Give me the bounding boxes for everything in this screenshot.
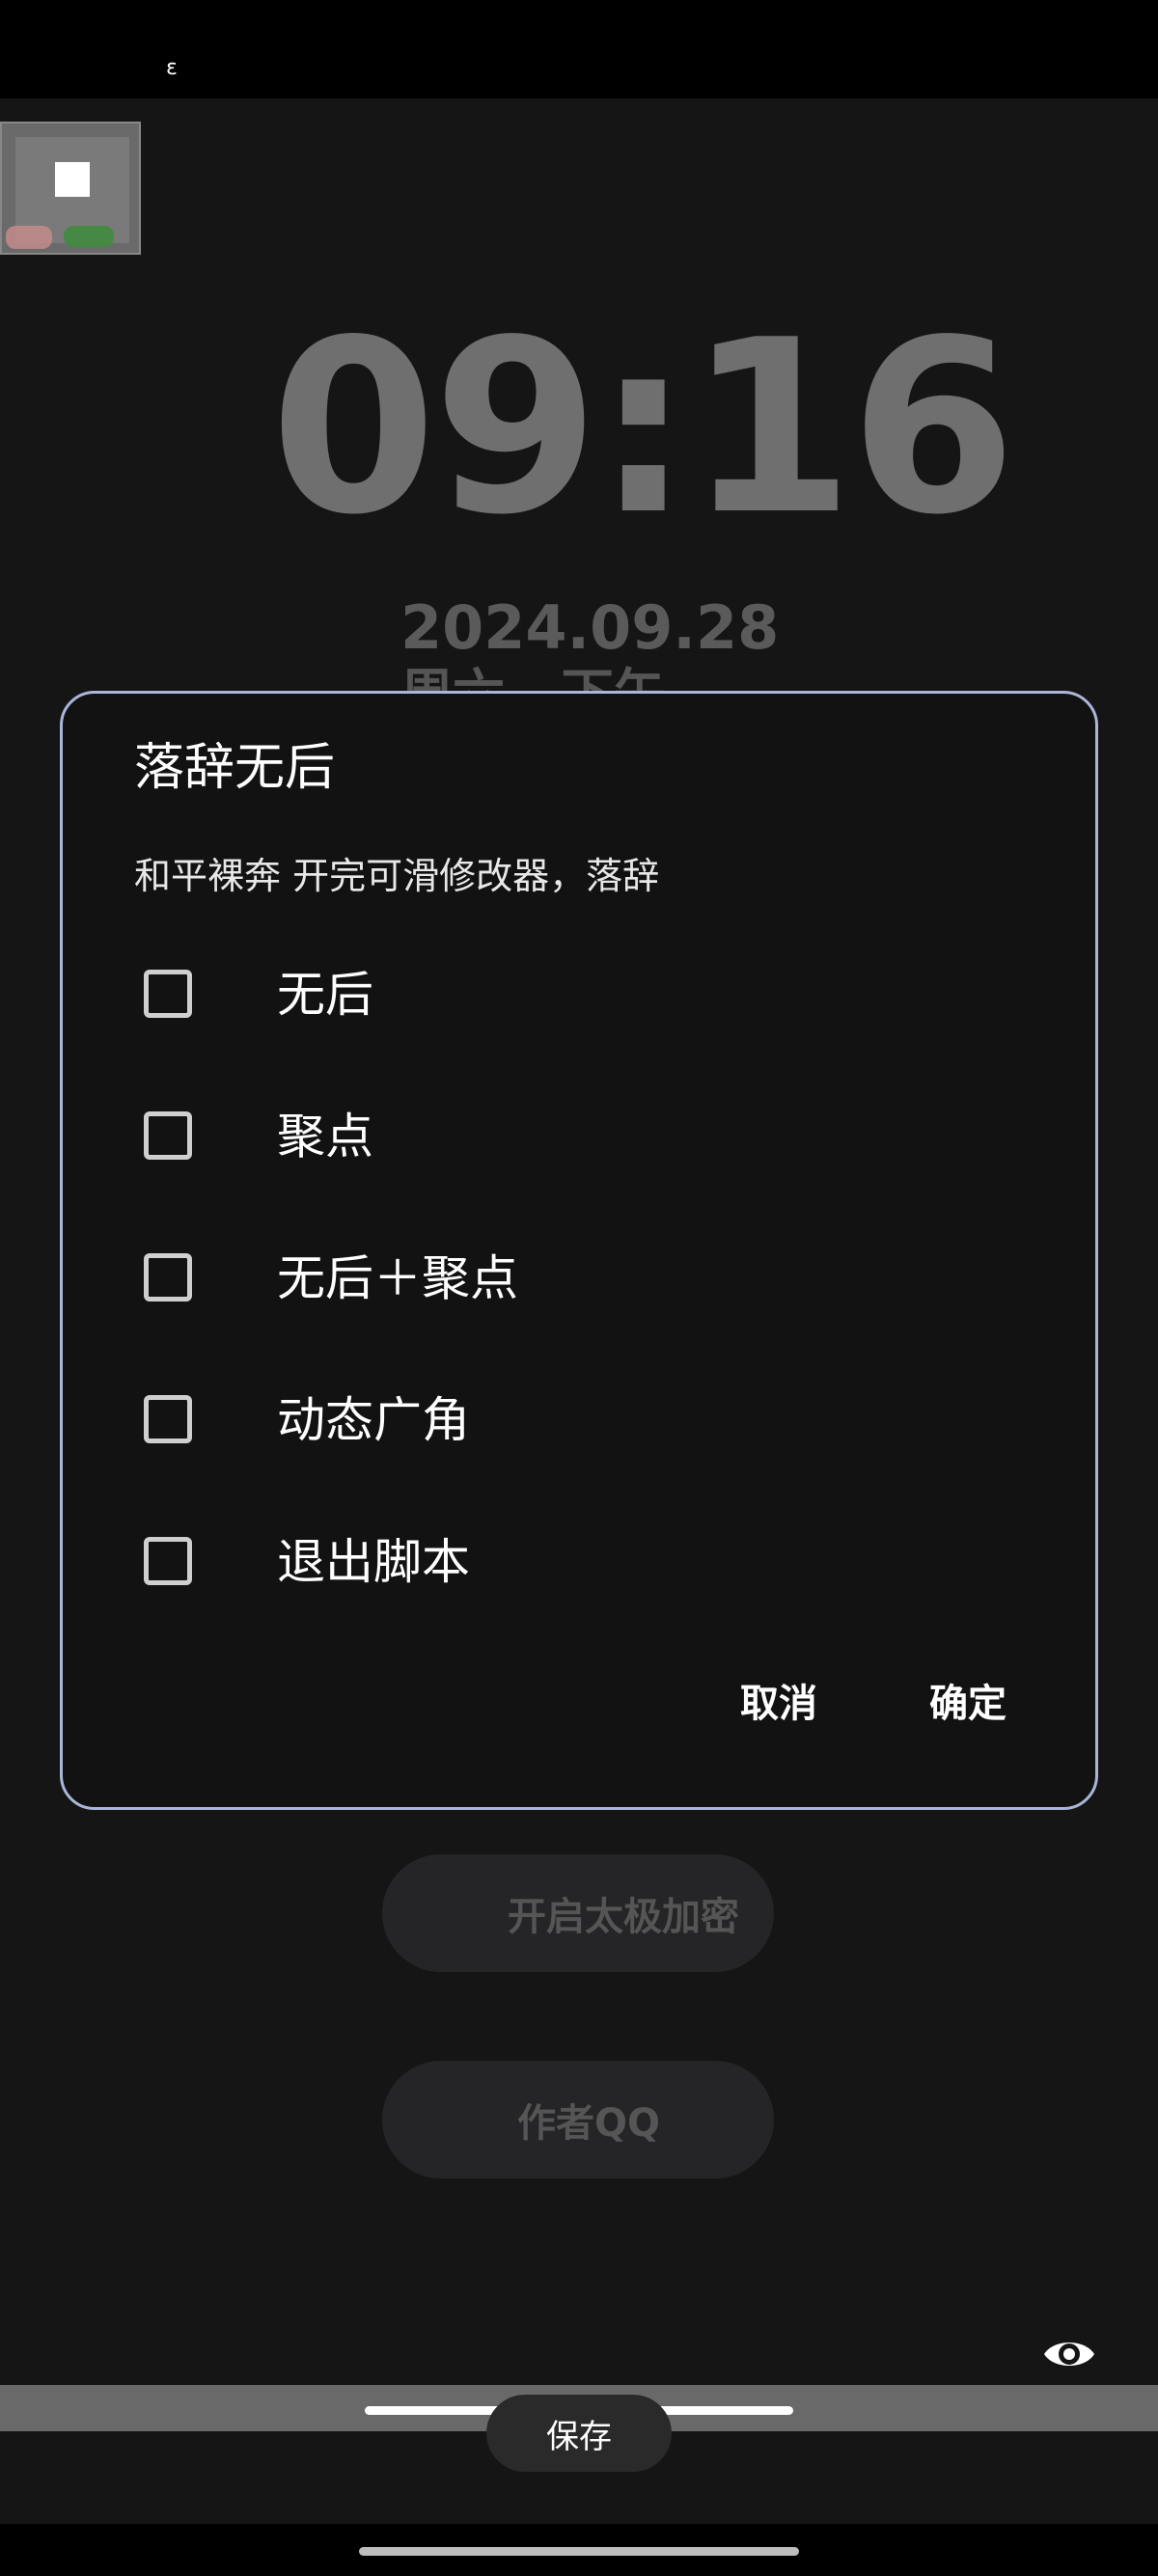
checkbox[interactable] — [144, 970, 192, 1018]
option-label: 聚点 — [277, 1109, 373, 1165]
option-label: 无后 — [277, 967, 373, 1023]
signal-icon: ɛ — [166, 56, 178, 80]
option-exit-script[interactable]: 退出脚本 — [134, 1514, 1003, 1610]
status-bar: ɛ — [0, 0, 1158, 98]
checkbox[interactable] — [144, 1537, 192, 1585]
clock-time: 09:16 — [270, 289, 1016, 567]
stop-icon[interactable] — [55, 162, 90, 197]
author-qq-button[interactable]: 作者QQ — [382, 2061, 774, 2179]
checkbox[interactable] — [144, 1395, 192, 1443]
option-no-recoil[interactable]: 无后 — [134, 946, 1003, 1043]
thumbnail-decor-green — [64, 226, 114, 247]
script-dialog: 落辞无后 和平裸奔 开完可滑修改器，落辞 无后 聚点 无后＋聚点 动态广角 退出… — [60, 691, 1098, 1810]
option-focus-point[interactable]: 聚点 — [134, 1088, 1003, 1185]
option-label: 退出脚本 — [277, 1534, 470, 1590]
save-button[interactable]: 保存 — [486, 2395, 672, 2472]
encrypt-button[interactable]: 开启太极加密 — [382, 1854, 774, 1972]
encrypt-button-label: 开启太极加密 — [508, 1895, 739, 1939]
eye-icon[interactable] — [1042, 2335, 1096, 2373]
option-label: 动态广角 — [277, 1392, 470, 1448]
checkbox[interactable] — [144, 1111, 192, 1160]
checkbox[interactable] — [144, 1253, 192, 1302]
dialog-message: 和平裸奔 开完可滑修改器，落辞 — [134, 855, 660, 897]
confirm-button[interactable]: 确定 — [929, 1672, 1006, 1728]
dialog-title: 落辞无后 — [134, 739, 336, 797]
thumbnail-decor-pink — [6, 226, 52, 249]
option-label: 无后＋聚点 — [277, 1250, 518, 1306]
clock-date: 2024.09.28 — [400, 592, 780, 663]
cancel-button[interactable]: 取消 — [740, 1672, 817, 1728]
option-dynamic-wide-angle[interactable]: 动态广角 — [134, 1372, 1003, 1468]
author-qq-label: 作者QQ — [517, 2101, 661, 2146]
screen: ɛ 09:16 2024.09.28 周六 下午 开启太极加密 作者QQ 保存 … — [0, 0, 1158, 2576]
option-no-recoil-focus[interactable]: 无后＋聚点 — [134, 1230, 1003, 1327]
home-gesture-bar[interactable] — [359, 2547, 799, 2556]
